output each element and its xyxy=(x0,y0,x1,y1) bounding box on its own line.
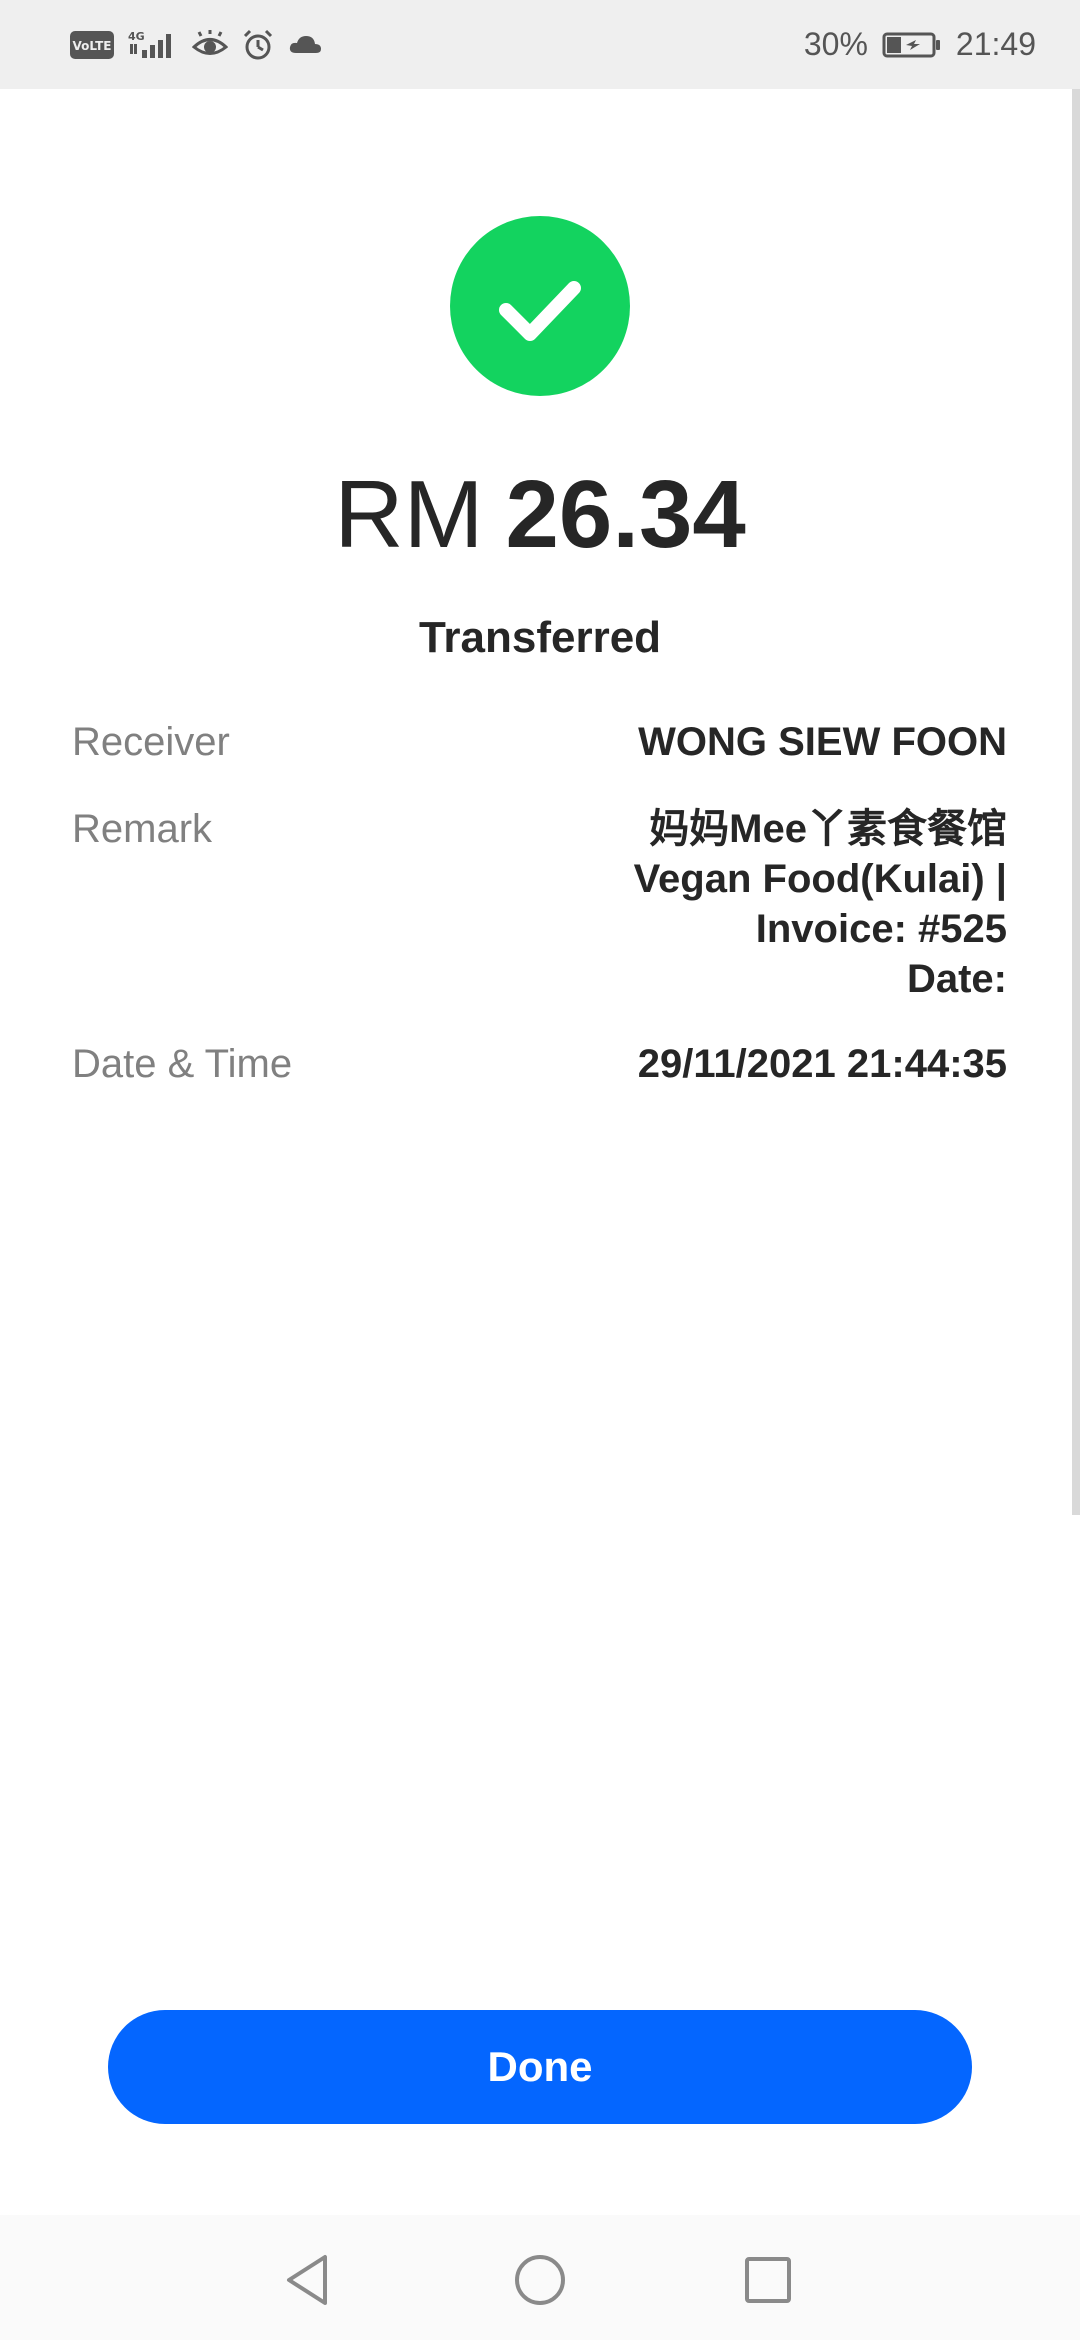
status-time: 21:49 xyxy=(955,26,1036,62)
remark-line: Date: xyxy=(906,957,1007,1001)
receiver-row: Receiver WONG SIEW FOON xyxy=(72,717,1007,767)
remark-line: 妈妈Mee丫素食餐馆 xyxy=(649,807,1007,851)
amount-value: 26.34 xyxy=(505,461,746,568)
svg-text:4G: 4G xyxy=(128,30,145,43)
transfer-amount: RM 26.34 xyxy=(0,455,1080,575)
volte-icon: VoLTE xyxy=(70,30,114,59)
eye-icon xyxy=(192,29,228,60)
transfer-success-screen: VoLTE 4G 30% 21:49 RM 26.34 Transferred … xyxy=(0,0,1080,2340)
receiver-value: WONG SIEW FOON xyxy=(638,720,1007,764)
remark-line: Invoice: #525 xyxy=(755,907,1007,951)
remark-row: Remark 妈妈Mee丫素食餐馆 Vegan Food(Kulai) | In… xyxy=(72,804,1007,1004)
signal-4g-icon: 4G xyxy=(128,28,178,62)
alarm-icon xyxy=(242,29,274,61)
status-right-icons: 30% 21:49 xyxy=(804,26,1036,63)
success-checkmark-icon xyxy=(450,216,630,396)
transfer-status: Transferred xyxy=(418,613,662,662)
navigation-bar xyxy=(0,2215,1080,2340)
home-icon[interactable] xyxy=(505,2245,575,2315)
remark-value: 妈妈Mee丫素食餐馆 Vegan Food(Kulai) | Invoice: … xyxy=(587,804,1007,1004)
status-left-icons: VoLTE 4G xyxy=(70,28,322,62)
done-button[interactable]: Done xyxy=(108,2010,972,2124)
svg-text:VoLTE: VoLTE xyxy=(73,39,112,53)
battery-icon xyxy=(882,30,942,60)
remark-label: Remark xyxy=(72,807,213,851)
scrollbar[interactable] xyxy=(1072,89,1080,1515)
battery-percent: 30% xyxy=(803,26,868,62)
receiver-label: Receiver xyxy=(72,720,230,764)
datetime-value: 29/11/2021 21:44:35 xyxy=(637,1042,1007,1086)
cloud-icon xyxy=(288,33,322,57)
datetime-label: Date & Time xyxy=(72,1042,293,1086)
amount-currency: RM xyxy=(334,461,484,568)
back-icon[interactable] xyxy=(275,2245,345,2315)
status-bar: VoLTE 4G 30% 21:49 xyxy=(0,0,1080,89)
remark-line: Vegan Food(Kulai) | xyxy=(633,857,1007,901)
recents-icon[interactable] xyxy=(733,2245,803,2315)
datetime-row: Date & Time 29/11/2021 21:44:35 xyxy=(72,1039,1007,1089)
